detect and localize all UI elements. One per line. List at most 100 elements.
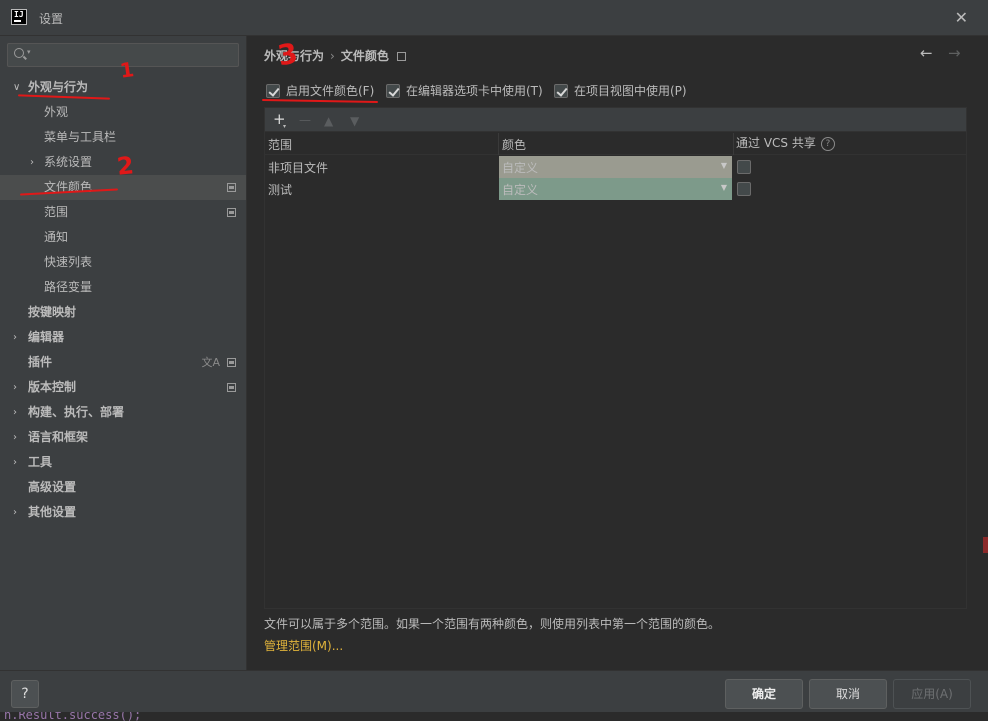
column-divider[interactable]: [498, 133, 499, 155]
sidebar-item-version-control[interactable]: › 版本控制: [0, 375, 246, 400]
app-logo-icon: IJ: [11, 9, 27, 25]
project-level-icon: [396, 52, 406, 61]
apply-button[interactable]: 应用(A): [893, 679, 971, 709]
settings-sidebar: ▾ ∨ 外观与行为 外观 菜单与工具栏 › 系统设置 文件颜色 范围 通知 快速…: [0, 36, 247, 670]
scope-cell: 非项目文件: [268, 161, 329, 175]
vcs-share-checkbox[interactable]: [737, 160, 751, 174]
sidebar-item-other-settings[interactable]: › 其他设置: [0, 500, 246, 525]
project-level-icon: [227, 208, 236, 217]
sidebar-item-label: 菜单与工具栏: [44, 130, 117, 144]
manage-scopes-link[interactable]: 管理范围(M)...: [264, 637, 343, 654]
sidebar-item-quick-lists[interactable]: 快速列表: [0, 250, 246, 275]
sidebar-item-appearance[interactable]: 外观: [0, 100, 246, 125]
project-level-icon: [227, 383, 236, 392]
breadcrumb-current: 文件颜色: [340, 49, 389, 63]
sidebar-item-label: 按键映射: [28, 305, 77, 319]
dropdown-arrow-icon[interactable]: ▼: [721, 183, 727, 192]
table-row[interactable]: 非项目文件 自定义 ▼: [265, 156, 966, 178]
sidebar-item-menus-toolbars[interactable]: 菜单与工具栏: [0, 125, 246, 150]
column-header-vcs-share[interactable]: 通过 VCS 共享?: [736, 134, 835, 151]
checkbox-label: 在项目视图中使用(P): [574, 84, 687, 98]
background-code-line: n.Result.success();: [0, 712, 988, 721]
column-divider[interactable]: [733, 133, 734, 155]
move-down-icon[interactable]: ▼: [350, 112, 359, 130]
sidebar-item-label: 语言和框架: [28, 430, 89, 444]
column-header-color[interactable]: 颜色: [502, 136, 526, 153]
sidebar-item-label: 通知: [44, 230, 69, 244]
project-level-icon: [227, 358, 236, 367]
search-input[interactable]: [36, 46, 231, 64]
remove-icon[interactable]: —: [299, 111, 311, 129]
chevron-right-icon[interactable]: ›: [13, 325, 17, 350]
sidebar-item-label: 版本控制: [28, 380, 77, 394]
search-options-caret-icon[interactable]: ▾: [27, 48, 31, 56]
dropdown-arrow-icon[interactable]: ▼: [721, 161, 727, 170]
add-dropdown-caret-icon[interactable]: ▾: [283, 123, 286, 130]
ok-button[interactable]: 确定: [725, 679, 803, 709]
checkbox-checked-icon[interactable]: [554, 84, 568, 98]
sidebar-item-label: 范围: [44, 205, 69, 219]
sidebar-item-languages-frameworks[interactable]: › 语言和框架: [0, 425, 246, 450]
sidebar-item-scopes[interactable]: 范围: [0, 200, 246, 225]
vcs-share-checkbox[interactable]: [737, 182, 751, 196]
annotation-mark-2: 2: [115, 151, 136, 181]
chevron-right-icon[interactable]: ›: [13, 400, 17, 425]
sidebar-item-keymap[interactable]: 按键映射: [0, 300, 246, 325]
checkbox-label: 在编辑器选项卡中使用(T): [406, 84, 543, 98]
sidebar-item-plugins[interactable]: 插件 文A: [0, 350, 246, 375]
forward-arrow-icon[interactable]: →: [948, 44, 961, 62]
column-header-scope[interactable]: 范围: [268, 136, 292, 153]
scope-cell: 测试: [268, 183, 293, 197]
background-code-text: n.Result.success();: [4, 712, 142, 721]
window-title: 设置: [39, 12, 64, 26]
sidebar-item-label: 路径变量: [44, 280, 93, 294]
chevron-right-icon[interactable]: ›: [13, 375, 17, 400]
sidebar-item-label: 快速列表: [44, 255, 93, 269]
title-bar: IJ 设置 ✕: [0, 0, 988, 36]
help-button[interactable]: ?: [11, 680, 39, 708]
sidebar-item-label: 工具: [28, 455, 53, 469]
sidebar-item-label: 文件颜色: [44, 180, 93, 194]
chevron-right-icon[interactable]: ›: [30, 150, 34, 175]
color-value: 自定义: [502, 183, 539, 197]
sidebar-item-label: 编辑器: [28, 330, 65, 344]
hint-text: 文件可以属于多个范围。如果一个范围有两种颜色，则使用列表中第一个范围的颜色。: [264, 617, 721, 631]
sidebar-item-build-execution-deployment[interactable]: › 构建、执行、部署: [0, 400, 246, 425]
table-row[interactable]: 测试 自定义 ▼: [265, 178, 966, 200]
chevron-right-icon[interactable]: ›: [13, 500, 17, 525]
sidebar-item-label: 系统设置: [44, 155, 93, 169]
sidebar-item-editor[interactable]: › 编辑器: [0, 325, 246, 350]
table-header: 范围 颜色 通过 VCS 共享?: [265, 133, 966, 155]
sidebar-item-label: 高级设置: [28, 480, 77, 494]
sidebar-item-advanced-settings[interactable]: 高级设置: [0, 475, 246, 500]
translate-icon: 文A: [201, 356, 220, 369]
back-arrow-icon[interactable]: ←: [920, 44, 933, 62]
help-circle-icon[interactable]: ?: [820, 136, 835, 151]
sidebar-item-tools[interactable]: › 工具: [0, 450, 246, 475]
sidebar-item-label: 其他设置: [28, 505, 77, 519]
checkbox-label: 启用文件颜色(F): [286, 84, 375, 98]
sidebar-item-label: 插件: [28, 355, 53, 369]
sidebar-item-notifications[interactable]: 通知: [0, 225, 246, 250]
search-icon: [14, 48, 24, 58]
checkbox-checked-icon[interactable]: [386, 84, 400, 98]
close-icon[interactable]: ✕: [955, 8, 968, 27]
chevron-right-icon[interactable]: ›: [13, 450, 17, 475]
sidebar-item-label: 外观: [44, 105, 69, 119]
checkbox-checked-icon[interactable]: [266, 84, 280, 98]
move-up-icon[interactable]: ▲: [324, 112, 333, 130]
file-colors-table: + ▾ — ▲ ▼ 范围 颜色 通过 VCS 共享? 非项目文件 自定义 ▼ 测…: [264, 107, 967, 609]
cancel-button[interactable]: 取消: [809, 679, 887, 709]
breadcrumb-separator: ›: [330, 49, 335, 63]
color-dropdown[interactable]: 自定义 ▼: [499, 156, 732, 178]
table-toolbar: + ▾ — ▲ ▼: [265, 108, 966, 132]
sidebar-item-path-variables[interactable]: 路径变量: [0, 275, 246, 300]
chevron-right-icon[interactable]: ›: [13, 425, 17, 450]
sidebar-item-label: 构建、执行、部署: [28, 405, 125, 419]
color-dropdown[interactable]: 自定义 ▼: [499, 178, 732, 200]
column-header-label: 通过 VCS 共享: [736, 136, 816, 150]
project-level-icon: [227, 183, 236, 192]
settings-content-panel: 外观与行为 › 文件颜色 ← → 启用文件颜色(F) 在编辑器选项卡中使用(T) 在…: [248, 36, 988, 670]
editor-error-marker: [983, 537, 988, 553]
color-value: 自定义: [502, 161, 539, 175]
